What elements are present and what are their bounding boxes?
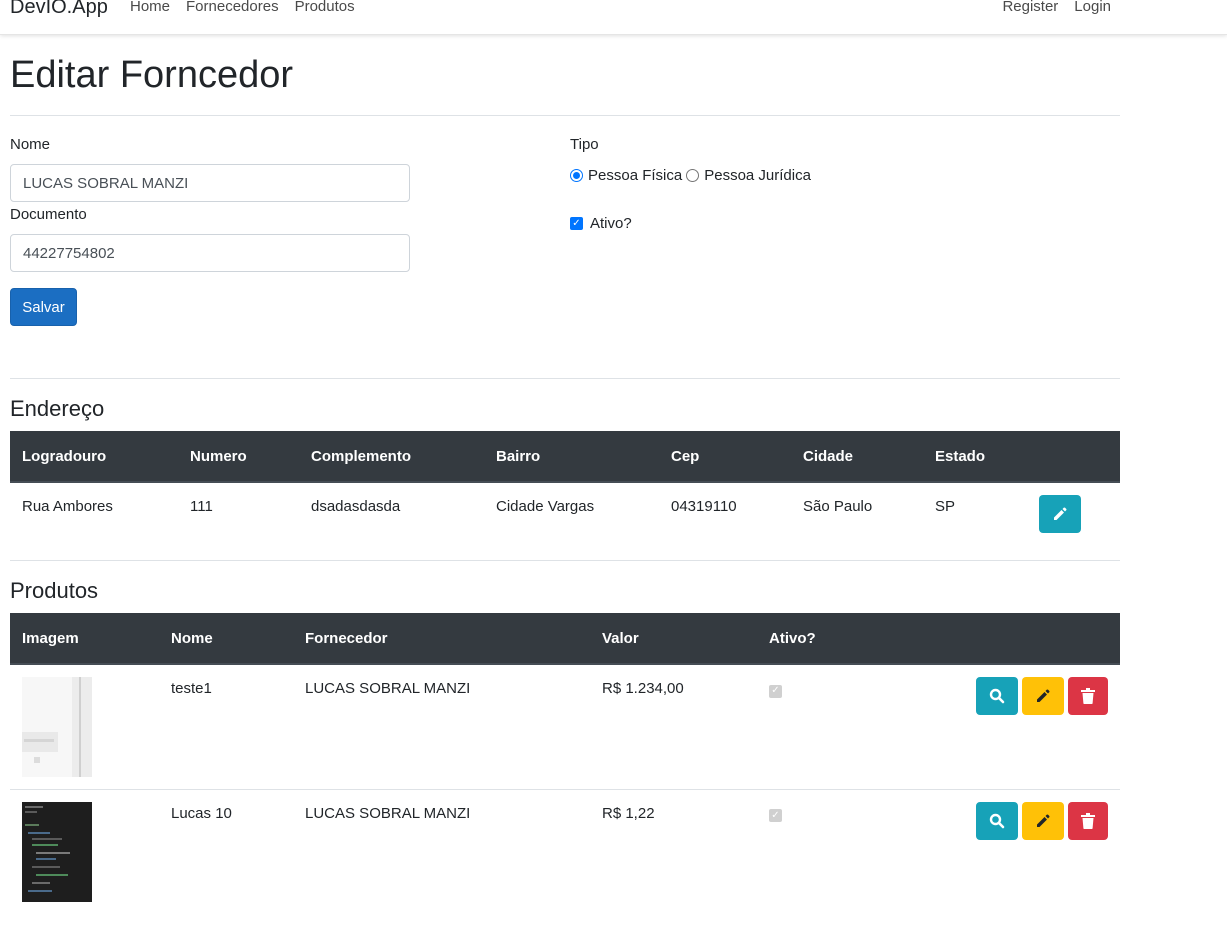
column-header: Cidade [791, 431, 923, 483]
column-header: Numero [178, 431, 299, 483]
column-header: Estado [923, 431, 1027, 483]
produto-valor-cell: R$ 1,22 [602, 804, 655, 822]
ativo-field: ✓ Ativo? [570, 215, 632, 232]
cidade-cell: São Paulo [803, 498, 873, 515]
divider [10, 115, 1120, 116]
complemento-cell: dsadasdasda [311, 498, 401, 515]
produto-valor-cell: R$ 1.234,00 [602, 680, 684, 697]
actions-cell [907, 789, 1120, 914]
column-header: Imagem [10, 613, 159, 665]
product-thumbnail-image [22, 801, 92, 902]
product-thumbnail-image [22, 677, 92, 777]
ativo-checkbox-disabled: ✓ [769, 809, 782, 822]
column-header: Valor [590, 613, 757, 665]
tipo-label: Tipo [570, 136, 599, 153]
actions-cell [1027, 482, 1120, 561]
image-cell [10, 789, 159, 914]
ativo-label: Ativo? [590, 215, 632, 232]
search-icon [989, 688, 1004, 704]
produto-ativo-cell: ✓ [757, 664, 907, 789]
divider [10, 378, 1120, 379]
ativo-checkbox[interactable]: ✓ [570, 217, 583, 230]
delete-button[interactable] [1068, 677, 1108, 715]
endereco-title: Endereço [10, 396, 105, 421]
divider [10, 560, 1120, 561]
column-header: Ativo? [757, 613, 907, 665]
table-row: Lucas 10 LUCAS SOBRAL MANZI R$ 1,22 ✓ [10, 789, 1120, 914]
edit-button[interactable] [1021, 801, 1064, 840]
image-cell [10, 664, 159, 789]
column-header-actions [1027, 431, 1120, 483]
produto-nome-cell: Lucas 10 [171, 804, 232, 822]
nome-input[interactable] [10, 164, 410, 202]
trash-icon [1081, 812, 1095, 829]
column-header: Cep [659, 431, 791, 483]
nome-label: Nome [10, 136, 51, 153]
produto-fornecedor-cell: LUCAS SOBRAL MANZI [305, 680, 471, 697]
search-icon [989, 813, 1004, 828]
produto-nome-cell: teste1 [171, 680, 212, 697]
column-header-actions [907, 613, 1120, 665]
details-button[interactable] [975, 677, 1018, 715]
nav-links: Home Fornecedores Produtos [130, 0, 355, 15]
pencil-icon [1036, 689, 1050, 702]
endereco-table: Logradouro Numero Complemento Bairro Cep… [10, 431, 1120, 561]
logradouro-cell: Rua Ambores [22, 498, 113, 515]
pessoa-juridica-radio[interactable] [686, 169, 700, 182]
cep-cell: 04319110 [671, 498, 737, 515]
documento-input[interactable] [10, 234, 410, 272]
pencil-icon [1054, 507, 1067, 520]
details-button[interactable] [975, 801, 1018, 840]
table-row: teste1 LUCAS SOBRAL MANZI R$ 1.234,00 ✓ [10, 664, 1120, 789]
page-title: Editar Forncedor [10, 54, 294, 96]
delete-button[interactable] [1068, 801, 1108, 840]
pessoa-fisica-label: Pessoa Física [588, 167, 683, 184]
nav-link-produtos[interactable]: Produtos [295, 0, 355, 15]
nav-link-fornecedores[interactable]: Fornecedores [186, 0, 279, 15]
endereco-header-row: Logradouro Numero Complemento Bairro Cep… [10, 431, 1120, 483]
nav-account-links: Register Login [1002, 0, 1111, 15]
trash-icon [1081, 688, 1095, 704]
produtos-title: Produtos [10, 578, 99, 603]
column-header: Nome [159, 613, 293, 665]
pessoa-juridica-label: Pessoa Jurídica [704, 167, 811, 184]
column-header: Bairro [484, 431, 659, 483]
produto-fornecedor-cell: LUCAS SOBRAL MANZI [305, 804, 471, 822]
ativo-checkbox-disabled: ✓ [769, 684, 782, 698]
numero-cell: 111 [190, 498, 213, 515]
nav-link-register[interactable]: Register [1002, 0, 1058, 15]
estado-cell: SP [935, 498, 956, 515]
nav-link-login[interactable]: Login [1074, 0, 1111, 15]
nav-link-home[interactable]: Home [130, 0, 170, 15]
produto-ativo-cell: ✓ [757, 789, 907, 914]
navbar: DevIO.App Home Fornecedores Produtos Reg… [0, 0, 1227, 35]
column-header: Logradouro [10, 431, 178, 483]
documento-label: Documento [10, 206, 87, 223]
produtos-header-row: Imagem Nome Fornecedor Valor Ativo? [10, 613, 1120, 665]
edit-address-button[interactable] [1039, 495, 1081, 533]
save-button[interactable]: Salvar [10, 288, 77, 326]
column-header: Fornecedor [293, 613, 590, 665]
column-header: Complemento [299, 431, 484, 483]
pessoa-fisica-radio[interactable] [570, 169, 583, 182]
edit-button[interactable] [1021, 677, 1064, 715]
produtos-table: Imagem Nome Fornecedor Valor Ativo? test… [10, 613, 1120, 914]
tipo-radio-group: Pessoa Física Pessoa Jurídica [570, 167, 815, 184]
bairro-cell: Cidade Vargas [496, 498, 595, 515]
actions-cell [907, 664, 1120, 789]
pencil-icon [1036, 814, 1050, 827]
table-row: Rua Ambores 111 dsadasdasda Cidade Varga… [10, 482, 1120, 561]
brand-link[interactable]: DevIO.App [10, 0, 108, 19]
